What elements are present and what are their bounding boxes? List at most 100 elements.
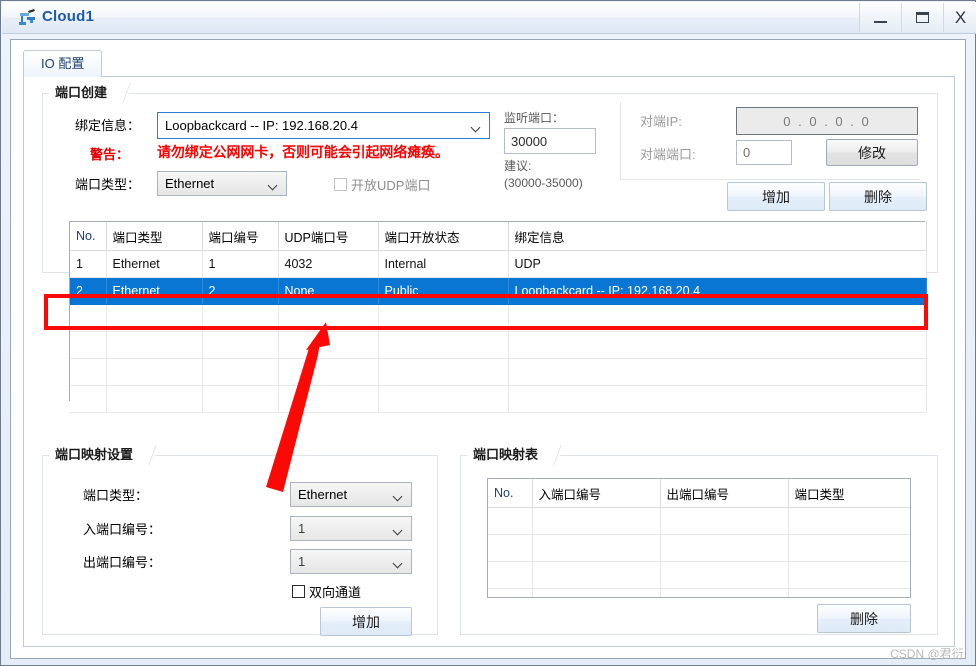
- close-icon: X: [954, 8, 967, 27]
- application-window: Cloud1 X IO 配置 端口创建 绑定信息： Loopbackcard -…: [0, 0, 976, 666]
- mapping-delete-button[interactable]: 删除: [817, 604, 911, 633]
- warning-label: 警告：: [90, 147, 130, 162]
- mapping-table-header-row: No. 入端口编号 出端口编号 端口类型: [488, 479, 910, 508]
- cell-port-type: Ethernet: [106, 250, 203, 278]
- table-row-empty[interactable]: [488, 588, 910, 597]
- maximize-button[interactable]: [901, 3, 943, 32]
- suggest-range: (30000-35000): [504, 176, 583, 190]
- port-type-combo[interactable]: Ethernet: [157, 171, 287, 196]
- checkbox-box: [292, 585, 305, 598]
- table-row-empty[interactable]: [488, 507, 910, 535]
- delete-port-button[interactable]: 删除: [829, 182, 927, 211]
- mapping-table[interactable]: No. 入端口编号 出端口编号 端口类型: [487, 478, 911, 598]
- cell-binding: Loopbackcard -- IP: 192.168.20.4: [508, 277, 927, 305]
- open-udp-label: 开放UDP端口: [351, 178, 431, 193]
- binding-info-combo[interactable]: Loopbackcard -- IP: 192.168.20.4: [157, 112, 490, 139]
- peer-ip-label: 对端IP:: [640, 114, 682, 129]
- group-mapping-table: 端口映射表 No. 入端口编号 出端口编号 端口类型 删除: [460, 445, 938, 635]
- peer-port-label: 对端端口:: [640, 147, 696, 162]
- table-row[interactable]: 2 Ethernet 2 None Public Loopbackcard --…: [70, 277, 927, 305]
- port-table-body: 1 Ethernet 1 4032 Internal UDP 2 Etherne: [70, 250, 927, 413]
- col-state: 端口开放状态: [378, 222, 509, 251]
- binding-info-label: 绑定信息：: [75, 118, 141, 133]
- listen-port-label: 监听端口：: [504, 111, 565, 125]
- col-port-no: 端口编号: [202, 222, 279, 251]
- in-port-value: 1: [298, 521, 306, 536]
- duplex-label: 双向通道: [309, 585, 362, 600]
- mapping-add-button[interactable]: 增加: [320, 607, 412, 636]
- table-row-empty[interactable]: [70, 304, 927, 332]
- app-root: Cloud1 X IO 配置 端口创建 绑定信息： Loopbackcard -…: [0, 0, 976, 666]
- binding-info-value: Loopbackcard -- IP: 192.168.20.4: [165, 118, 358, 133]
- table-row[interactable]: 1 Ethernet 1 4032 Internal UDP: [70, 250, 927, 278]
- port-table[interactable]: No. 端口类型 端口编号 UDP端口号 端口开放状态 绑定信息 1 Ether…: [69, 221, 927, 413]
- in-port-combo[interactable]: 1: [290, 516, 412, 541]
- cell-port-type: Ethernet: [106, 277, 203, 305]
- modify-button[interactable]: 修改: [826, 139, 918, 166]
- col-binding: 绑定信息: [508, 222, 927, 251]
- chevron-down-icon: [394, 527, 403, 532]
- col-out-port: 出端口编号: [660, 479, 789, 508]
- minimize-icon: [874, 20, 887, 23]
- peer-ip-input[interactable]: 0 . 0 . 0 . 0: [736, 107, 918, 135]
- cell-state: Internal: [378, 250, 509, 278]
- col-no: No.: [488, 479, 533, 508]
- col-no: No.: [70, 222, 107, 251]
- client-area: IO 配置 端口创建 绑定信息： Loopbackcard -- IP: 192…: [10, 39, 966, 659]
- mapping-port-type-value: Ethernet: [298, 487, 348, 502]
- col-in-port: 入端口编号: [532, 479, 661, 508]
- port-type-label: 端口类型：: [75, 177, 141, 192]
- watermark: CSDN @君衍.: [890, 647, 967, 661]
- peer-port-input[interactable]: 0: [736, 140, 792, 165]
- group-mapping-settings-title: 端口映射设置: [49, 445, 156, 466]
- port-type-value: Ethernet: [165, 176, 215, 191]
- close-button[interactable]: X: [943, 3, 976, 32]
- cell-port-no: 1: [202, 250, 279, 278]
- warning-text: 请勿绑定公网网卡，否则可能会引起网络瘫痪。: [157, 144, 449, 160]
- window-title: Cloud1: [42, 8, 95, 25]
- out-port-value: 1: [298, 554, 306, 569]
- cell-no: 1: [70, 250, 107, 278]
- chevron-down-icon: [269, 182, 278, 187]
- minimize-button[interactable]: [859, 3, 901, 32]
- out-port-combo[interactable]: 1: [290, 549, 412, 574]
- port-table-header-row: No. 端口类型 端口编号 UDP端口号 端口开放状态 绑定信息: [70, 222, 927, 251]
- add-port-button[interactable]: 增加: [727, 182, 825, 211]
- table-row-empty[interactable]: [70, 331, 927, 359]
- cloud-network-icon: [16, 8, 38, 28]
- group-port-create-title: 端口创建: [49, 83, 130, 104]
- peer-port-value: 0: [743, 145, 751, 160]
- listen-port-value: 30000: [511, 133, 548, 149]
- table-row-empty[interactable]: [70, 358, 927, 386]
- table-row-empty[interactable]: [488, 561, 910, 589]
- cell-udp-port: 4032: [278, 250, 379, 278]
- open-udp-checkbox[interactable]: 开放UDP端口: [334, 175, 430, 194]
- listen-port-input[interactable]: 30000: [504, 128, 596, 154]
- tab-strip: IO 配置: [23, 50, 955, 77]
- group-mapping-table-title: 端口映射表: [467, 445, 561, 466]
- tab-io-config[interactable]: IO 配置: [23, 50, 103, 77]
- col-port-type: 端口类型: [106, 222, 203, 251]
- col-port-type: 端口类型: [788, 479, 910, 508]
- in-port-label: 入端口编号：: [83, 522, 162, 537]
- mapping-port-type-combo[interactable]: Ethernet: [290, 482, 412, 507]
- suggest-label: 建议:: [504, 159, 532, 173]
- chevron-down-icon: [394, 560, 403, 565]
- cell-state: Public: [378, 277, 509, 305]
- maximize-icon: [916, 12, 929, 23]
- title-bar: Cloud1 X: [2, 2, 976, 34]
- cell-no: 2: [70, 277, 107, 305]
- chevron-down-icon: [394, 493, 403, 498]
- out-port-label: 出端口编号：: [83, 555, 162, 570]
- mapping-table-inner: No. 入端口编号 出端口编号 端口类型: [488, 479, 910, 597]
- group-port-create: 端口创建 绑定信息： Loopbackcard -- IP: 192.168.2…: [42, 83, 938, 413]
- mapping-port-type-label: 端口类型：: [83, 488, 149, 503]
- chevron-down-icon: [472, 124, 481, 129]
- tab-page-io-config: 端口创建 绑定信息： Loopbackcard -- IP: 192.168.2…: [23, 77, 955, 647]
- group-mapping-settings: 端口映射设置 端口类型： Ethernet 入端口编号： 1 出端口编号： 1: [42, 445, 438, 636]
- cell-udp-port: None: [278, 277, 379, 305]
- duplex-checkbox[interactable]: 双向通道: [292, 582, 361, 601]
- mapping-table-body: [488, 507, 910, 597]
- table-row-empty[interactable]: [488, 534, 910, 562]
- table-row-empty[interactable]: [70, 385, 927, 413]
